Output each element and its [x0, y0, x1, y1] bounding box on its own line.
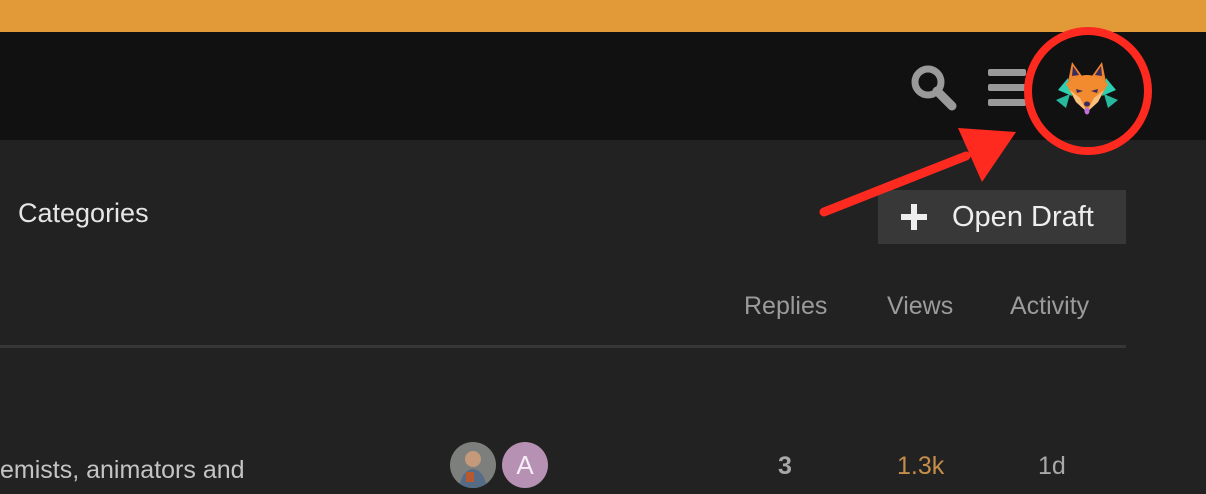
hamburger-menu-icon — [988, 69, 1026, 106]
column-header-activity[interactable]: Activity — [1010, 290, 1089, 322]
forum-page: Categories Open Draft Replies Views Acti… — [0, 0, 1206, 494]
poster-avatar-letter[interactable]: A — [502, 442, 548, 488]
list-header-divider — [0, 345, 1126, 348]
open-draft-label: Open Draft — [952, 201, 1094, 233]
fox-avatar-icon — [1056, 62, 1118, 115]
current-user-avatar[interactable] — [1052, 56, 1122, 120]
plus-icon — [901, 204, 927, 230]
topic-replies-count: 3 — [778, 452, 792, 480]
user-photo-icon — [450, 442, 496, 488]
open-draft-button[interactable]: Open Draft — [878, 190, 1126, 244]
topic-activity-age[interactable]: 1d — [1038, 450, 1066, 482]
poster-avatar-photo[interactable] — [450, 442, 496, 488]
hamburger-menu-button[interactable] — [984, 64, 1028, 110]
categories-link[interactable]: Categories — [18, 198, 149, 229]
topic-excerpt[interactable]: emists, animators and — [0, 454, 245, 486]
top-accent-bar — [0, 0, 1206, 32]
search-button[interactable] — [906, 60, 960, 114]
column-header-replies[interactable]: Replies — [744, 290, 827, 322]
topic-views-count: 1.3k — [897, 452, 945, 480]
column-header-views[interactable]: Views — [887, 290, 953, 322]
search-icon — [911, 65, 957, 111]
